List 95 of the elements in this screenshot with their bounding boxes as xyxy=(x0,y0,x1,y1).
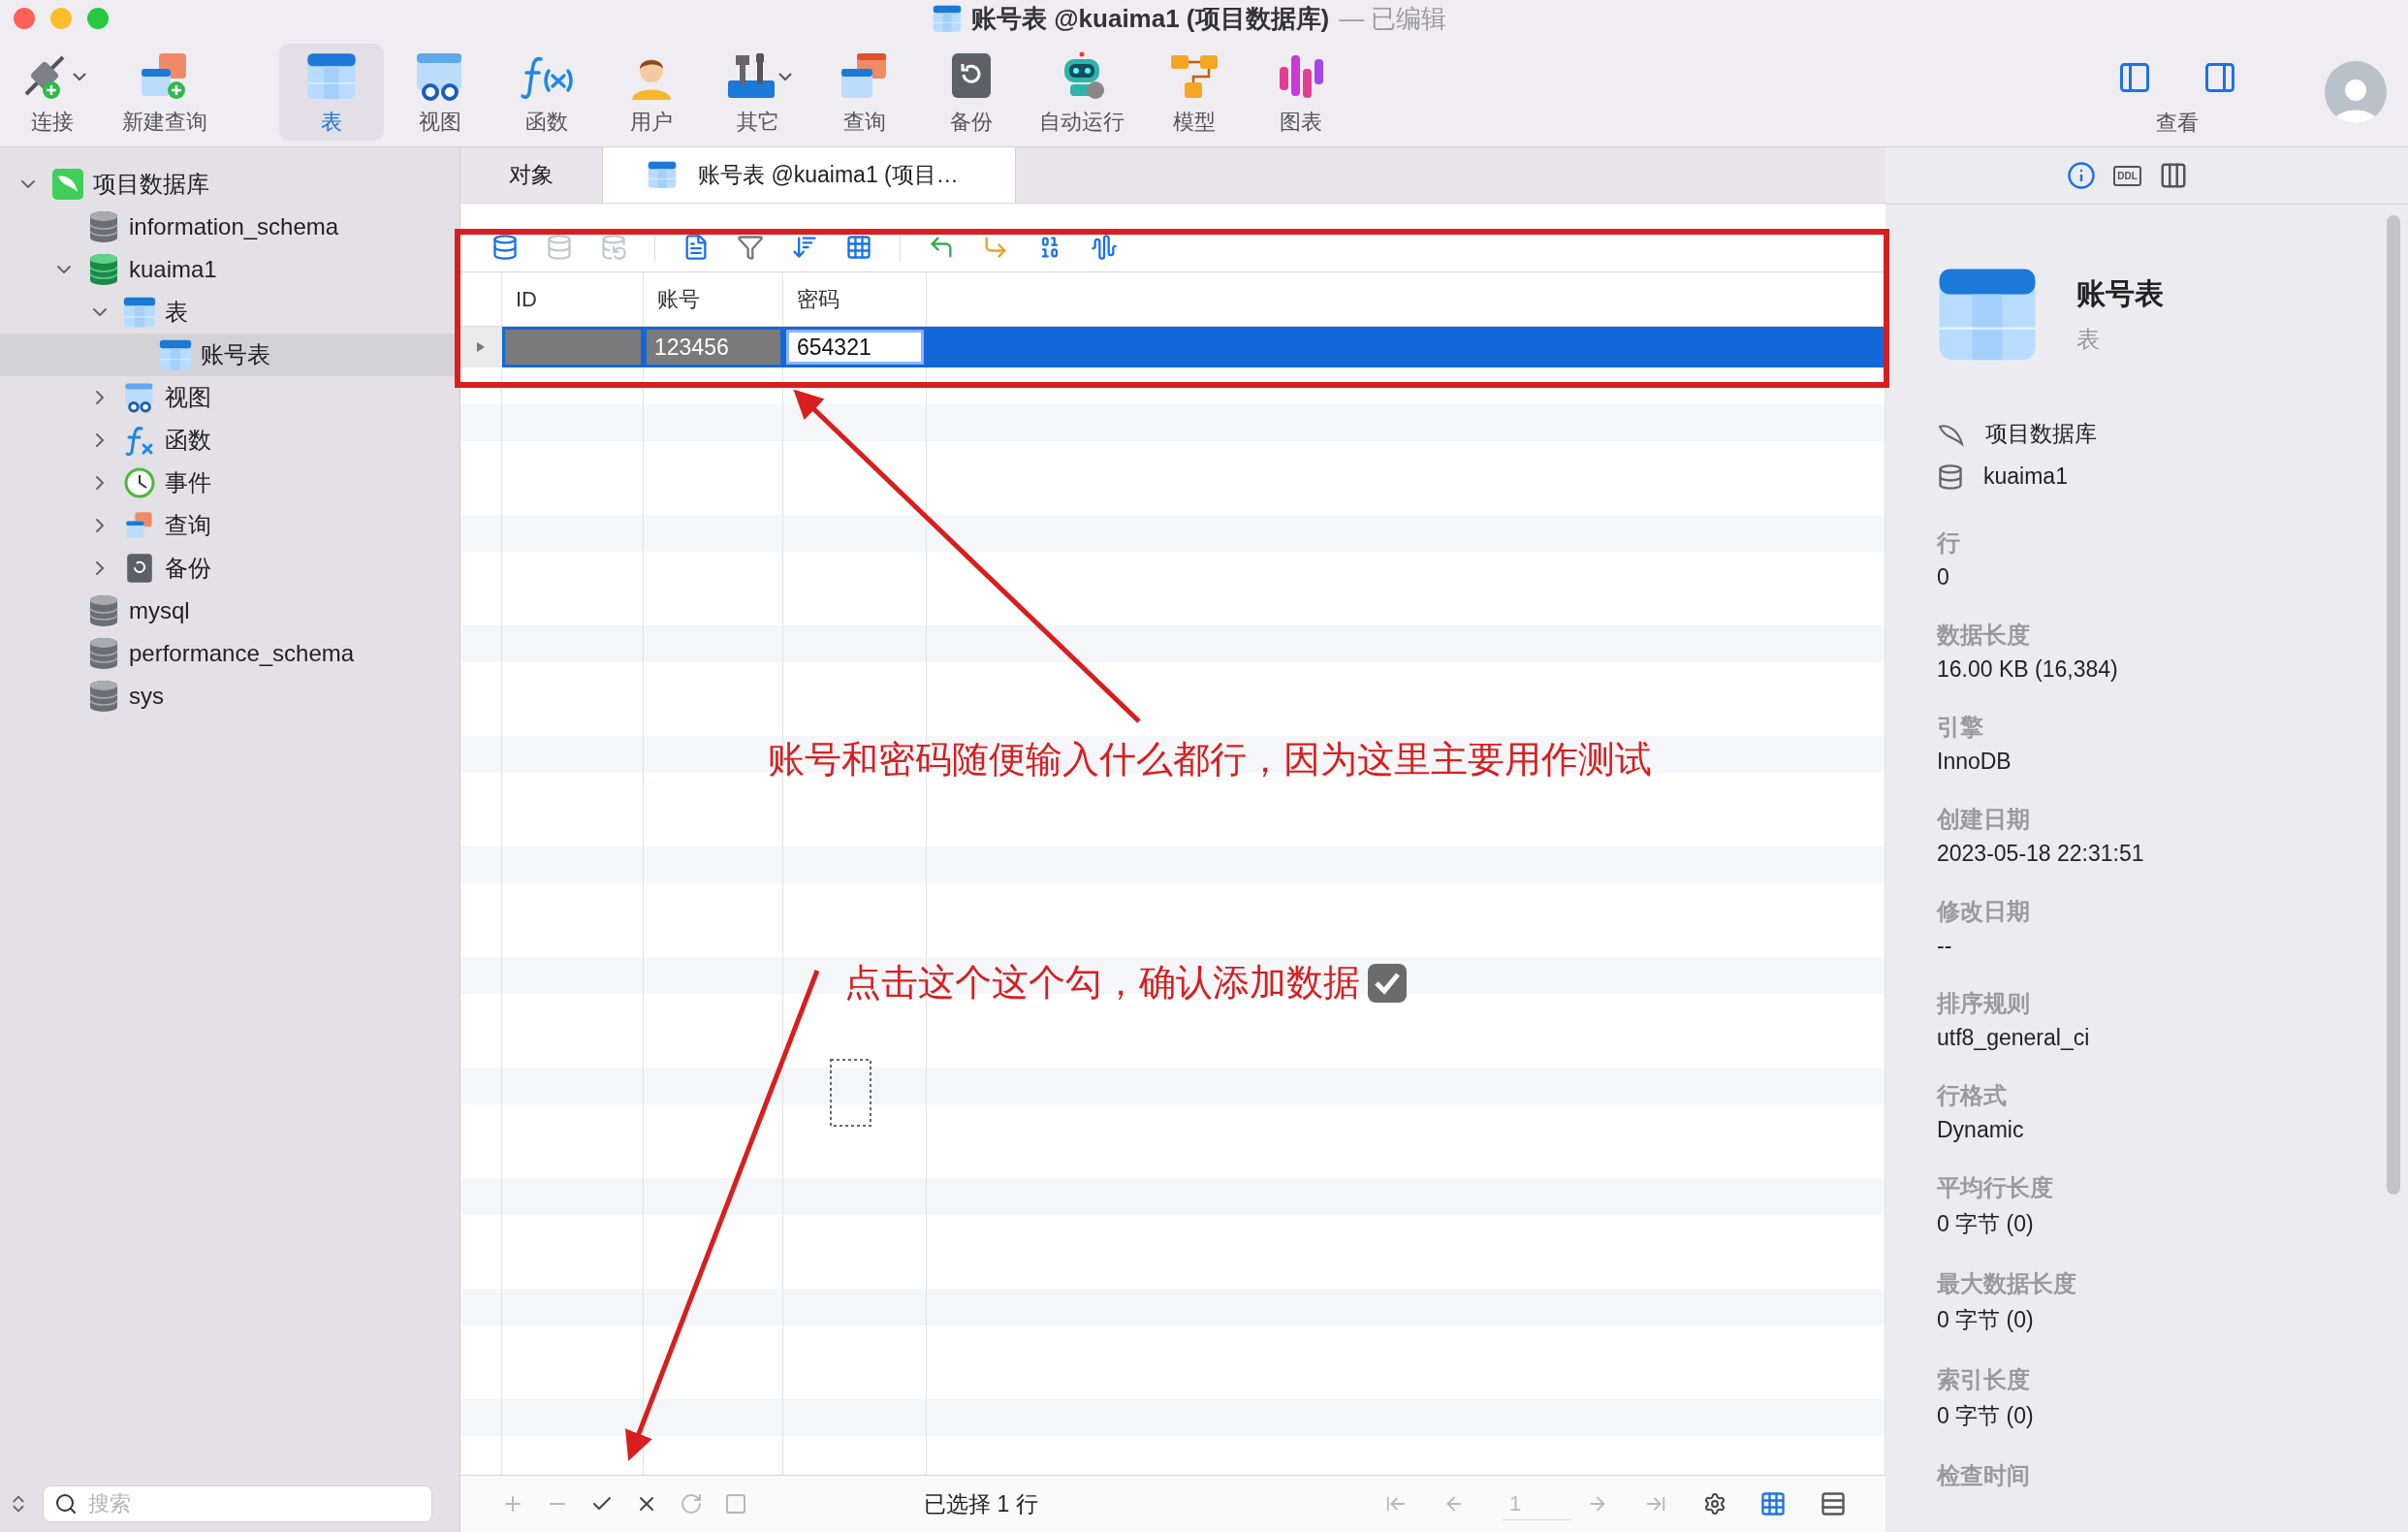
info-icon[interactable] xyxy=(2067,161,2097,190)
tab[interactable]: 账号表 @kuaima1 (项目… xyxy=(603,147,1016,203)
property-label: 引擎 xyxy=(1937,712,1984,742)
property-value: InnoDB xyxy=(1937,748,2012,775)
property-label: 排序规则 xyxy=(1937,988,2031,1018)
backup-icon xyxy=(125,553,154,584)
database-icon xyxy=(89,253,118,286)
toolbar-button[interactable]: 新建查询 xyxy=(112,43,217,141)
tree-item-label[interactable]: performance_schema xyxy=(129,640,355,667)
property-label: 最大数据长度 xyxy=(1937,1268,2077,1298)
table-icon xyxy=(123,296,156,329)
cell-input[interactable]: 654321 xyxy=(786,330,924,365)
toolbar-button[interactable]: 图表 xyxy=(1249,43,1353,141)
toolbar-button[interactable]: 自动运行 xyxy=(1030,43,1134,141)
tree-item-label[interactable]: 函数 xyxy=(165,425,211,456)
table-icon xyxy=(648,161,677,189)
property-value: Dynamic xyxy=(1937,1116,2025,1143)
tree-item-label[interactable]: 视图 xyxy=(165,382,211,413)
window-title: 账号表 @kuaima1 (项目数据库) xyxy=(971,3,1330,35)
dotted-rectangle xyxy=(830,1059,871,1127)
tree-item-label[interactable]: 查询 xyxy=(165,510,211,541)
edited-status: — 已编辑 xyxy=(1339,3,1447,35)
property-label: 索引长度 xyxy=(1937,1364,2031,1394)
annotation-text: 点击这个这个勾，确认添加数据 xyxy=(844,961,1360,1005)
database-icon xyxy=(89,210,118,243)
toolbar-button[interactable]: 模型 xyxy=(1142,43,1247,141)
table-icon xyxy=(933,5,962,33)
property-value: 0 字节 (0) xyxy=(1937,1305,2035,1334)
property-value: utf8_general_ci xyxy=(1937,1024,2091,1051)
database-icon xyxy=(89,637,118,670)
tree-item-label[interactable]: information_schema xyxy=(129,213,339,240)
tree-item-label[interactable]: kuaima1 xyxy=(129,256,217,283)
tree-item-label[interactable]: sys xyxy=(129,683,164,710)
search-icon xyxy=(54,1492,78,1516)
property-value: 0 字节 (0) xyxy=(1937,1209,2035,1238)
caret-icon xyxy=(778,72,792,80)
toolbar-button[interactable]: 函数 xyxy=(494,43,599,141)
toolbar-button[interactable]: 备份 xyxy=(919,43,1024,141)
annotation-text: 账号和密码随便输入什么都行，因为这里主要用作测试 xyxy=(768,738,1652,782)
property-value: 0 字节 (0) xyxy=(1937,1401,2035,1430)
property-label: 平均行长度 xyxy=(1937,1172,2054,1202)
selection-status: 已选择 1 行 xyxy=(924,1489,1038,1518)
clock-icon xyxy=(124,467,155,498)
caret-icon xyxy=(73,72,86,80)
property-label: 检查时间 xyxy=(1937,1460,2031,1490)
view-label: 查看 xyxy=(2156,109,2199,137)
query-icon xyxy=(124,510,155,541)
settings-icon[interactable] xyxy=(1703,1492,1727,1516)
property-label: 行格式 xyxy=(1937,1080,2008,1110)
property-value: 0 xyxy=(1937,563,1950,590)
tree-item-label[interactable]: mysql xyxy=(129,597,190,624)
database-name: kuaima1 xyxy=(1983,463,2068,491)
filter-icon[interactable] xyxy=(737,234,764,261)
tree-item-label[interactable]: 项目数据库 xyxy=(93,169,209,200)
toolbar-button[interactable]: 连接 xyxy=(0,43,105,141)
property-label: 修改日期 xyxy=(1937,896,2031,926)
table-row[interactable]: 123456 654321 xyxy=(460,327,1885,367)
connection-name: 项目数据库 xyxy=(1985,420,2097,449)
tree-item-label[interactable]: 账号表 xyxy=(201,339,270,370)
database-icon xyxy=(89,680,118,713)
table-icon xyxy=(159,338,192,371)
property-label: 创建日期 xyxy=(1937,804,2031,834)
close-window-button[interactable] xyxy=(14,8,35,29)
property-value: -- xyxy=(1937,932,1953,959)
ddl-tab[interactable]: DDL xyxy=(2113,165,2141,186)
table-icon xyxy=(1937,267,2038,363)
tree-item-label[interactable]: 表 xyxy=(165,297,188,328)
table-cell[interactable]: 123456 xyxy=(647,330,780,365)
row-pointer-icon xyxy=(477,342,485,352)
database-icon xyxy=(1937,463,1964,491)
toolbar-button[interactable]: 查询 xyxy=(812,43,917,141)
search-field[interactable]: 搜索 xyxy=(43,1485,432,1522)
database-icon xyxy=(89,594,118,627)
toolbar-button[interactable]: 用户 xyxy=(599,43,704,141)
table-icon xyxy=(306,51,357,101)
function-icon xyxy=(124,425,155,456)
table-name: 账号表 xyxy=(2076,276,2164,311)
property-value: 16.00 KB (16,384) xyxy=(1937,655,2119,683)
grid-icon[interactable] xyxy=(845,234,872,261)
grid-view-icon[interactable] xyxy=(1759,1490,1787,1517)
toolbar-button[interactable]: 视图 xyxy=(388,43,492,141)
table-cell[interactable] xyxy=(505,330,641,365)
waveform-icon[interactable] xyxy=(1091,234,1118,261)
object-type: 表 xyxy=(2076,325,2101,354)
form-view-icon[interactable] xyxy=(1820,1490,1847,1517)
tree-item-label[interactable]: 事件 xyxy=(165,467,211,498)
dolphin-icon xyxy=(52,169,83,200)
scrollbar[interactable] xyxy=(2387,215,2400,1195)
property-label: 行 xyxy=(1937,527,1961,558)
property-value: 2023-05-18 22:31:51 xyxy=(1937,840,2145,867)
zoom-window-button[interactable] xyxy=(87,8,109,29)
toolbar-button[interactable]: 其它 xyxy=(706,43,810,141)
property-label: 数据长度 xyxy=(1937,620,2031,650)
tree-item-label[interactable]: 备份 xyxy=(165,553,211,584)
database-icon[interactable] xyxy=(491,234,519,261)
